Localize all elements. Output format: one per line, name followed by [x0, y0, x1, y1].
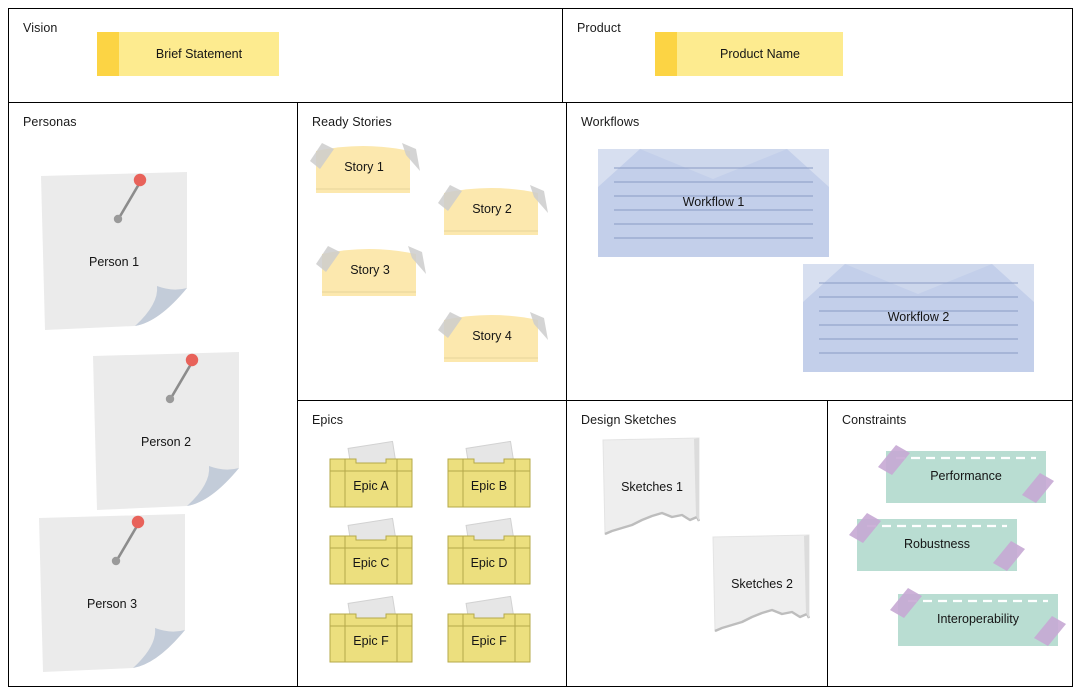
workflow-card-shape: [803, 264, 1034, 372]
epic-card[interactable]: Epic A: [329, 440, 413, 508]
constraint-card-shape: [849, 513, 1025, 571]
persona-note[interactable]: Person 2: [91, 346, 241, 512]
workflow-card[interactable]: Workflow 1: [598, 149, 829, 257]
pin-head-icon: [133, 173, 147, 187]
constraint-card-shape: [878, 445, 1054, 503]
panel-title-personas: Personas: [23, 115, 77, 129]
panel-title-product: Product: [577, 21, 621, 35]
constraint-card[interactable]: Robustness: [849, 513, 1025, 571]
panel-workflows: Workflows Workflow 1 Workflow 2: [566, 102, 1073, 401]
epic-card[interactable]: Epic B: [447, 440, 531, 508]
panel-ready-stories: Ready Stories Story 1 Story 2 Story 3 St…: [297, 102, 567, 401]
story-card-shape: [316, 246, 426, 296]
persona-note-shape: [41, 172, 187, 330]
panel-design-sketches: Design Sketches Sketches 1 Sketches 2: [566, 400, 828, 687]
panel-title-workflows: Workflows: [581, 115, 640, 129]
story-card[interactable]: Story 4: [438, 308, 548, 364]
vision-card-label: Brief Statement: [119, 32, 279, 76]
story-card-shape: [310, 143, 420, 193]
sketch-card-shape: [602, 437, 701, 536]
constraint-card[interactable]: Interoperability: [890, 588, 1066, 646]
pin-base-icon: [165, 394, 175, 404]
persona-note-shape: [39, 514, 185, 672]
sketch-card[interactable]: Sketches 2: [712, 534, 812, 633]
product-card-spine: [655, 32, 677, 76]
panel-title-ready-stories: Ready Stories: [312, 115, 392, 129]
panel-title-vision: Vision: [23, 21, 58, 35]
panel-constraints: Constraints Performance Robustness Inter…: [827, 400, 1073, 687]
story-card-shape: [438, 312, 548, 362]
epic-card-shape: [329, 440, 413, 508]
product-name-card[interactable]: Product Name: [655, 32, 843, 76]
panel-personas: Personas Person 1 Person 2 Person 3: [8, 102, 298, 687]
product-card-label: Product Name: [677, 32, 843, 76]
persona-note[interactable]: Person 3: [37, 508, 187, 674]
panel-title-epics: Epics: [312, 413, 344, 427]
persona-note[interactable]: Person 1: [39, 166, 189, 332]
vision-card-spine: [97, 32, 119, 76]
story-card[interactable]: Story 2: [438, 181, 548, 237]
epic-card-shape: [447, 440, 531, 508]
persona-note-shape: [93, 352, 239, 510]
constraint-card-shape: [890, 588, 1066, 646]
epic-card[interactable]: Epic F: [447, 595, 531, 663]
vision-brief-statement-card[interactable]: Brief Statement: [97, 32, 279, 76]
epic-card-shape: [447, 517, 531, 585]
panel-title-design-sketches: Design Sketches: [581, 413, 677, 427]
panel-vision: Vision Brief Statement: [8, 8, 563, 103]
epic-card[interactable]: Epic F: [329, 595, 413, 663]
pin-head-icon: [131, 515, 145, 529]
story-card[interactable]: Story 1: [310, 139, 420, 195]
sketch-card-shape: [712, 534, 811, 633]
story-card-shape: [438, 185, 548, 235]
workflow-card-shape: [598, 149, 829, 257]
panel-product: Product Product Name: [562, 8, 1073, 103]
epic-card[interactable]: Epic C: [329, 517, 413, 585]
epic-card[interactable]: Epic D: [447, 517, 531, 585]
pin-base-icon: [111, 556, 121, 566]
sketch-card[interactable]: Sketches 1: [602, 437, 702, 536]
story-card[interactable]: Story 3: [316, 242, 426, 298]
panel-epics: Epics Epic A Epic B Epic C Epic D Epic F…: [297, 400, 567, 687]
panel-title-constraints: Constraints: [842, 413, 907, 427]
epic-card-shape: [447, 595, 531, 663]
product-canvas-board: Vision Brief Statement Product Product N…: [0, 0, 1081, 695]
epic-card-shape: [329, 517, 413, 585]
pin-head-icon: [185, 353, 199, 367]
epic-card-shape: [329, 595, 413, 663]
pin-base-icon: [113, 214, 123, 224]
constraint-card[interactable]: Performance: [878, 445, 1054, 503]
workflow-card[interactable]: Workflow 2: [803, 264, 1034, 372]
